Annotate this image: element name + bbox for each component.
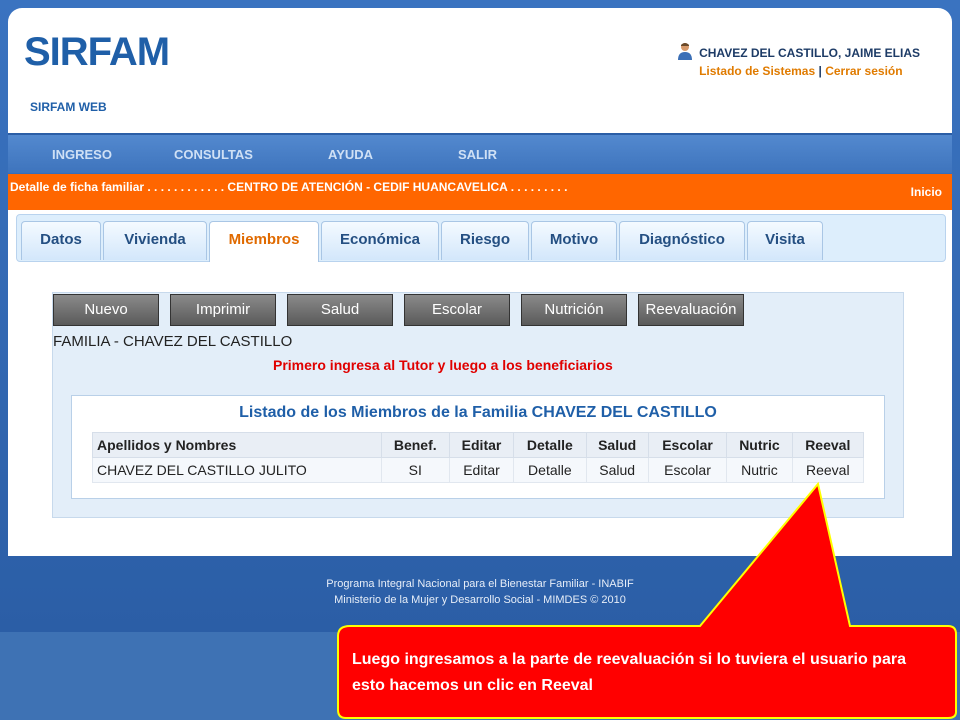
callout-text: Luego ingresamos a la parte de reevaluac… — [352, 651, 906, 694]
callout-shape — [337, 481, 957, 719]
callout-bubble: Luego ingresamos a la parte de reevaluac… — [338, 625, 954, 717]
